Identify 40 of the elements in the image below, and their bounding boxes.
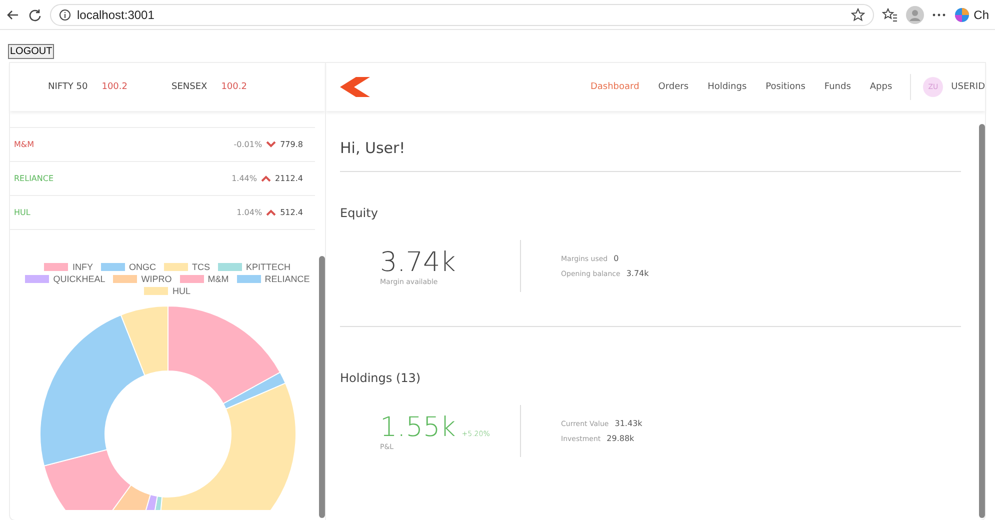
legend-label[interactable]: M&M <box>208 274 229 284</box>
legend-label[interactable]: INFY <box>72 262 93 272</box>
nav-link[interactable]: Positions <box>766 82 806 92</box>
nav-link[interactable]: Holdings <box>708 82 747 92</box>
index-value: 100.2 <box>221 82 247 92</box>
legend-label[interactable]: KPITTECH <box>246 262 291 272</box>
logout-button[interactable]: LOGOUT <box>8 44 54 59</box>
nav-link[interactable]: Funds <box>824 82 851 92</box>
address-bar[interactable]: localhost:3001 <box>50 4 874 26</box>
index-value: 100.2 <box>102 82 128 92</box>
stat-value: 31.43k <box>614 419 642 428</box>
legend-label[interactable]: QUICKHEAL <box>53 274 106 284</box>
assistant-label[interactable]: Ch <box>974 8 989 22</box>
nav-link[interactable]: Apps <box>870 82 892 92</box>
stock-change: -0.01% <box>234 140 262 149</box>
margin-value: 3.74k <box>380 246 457 278</box>
stock-price: 2112.4 <box>275 174 303 183</box>
stock-price: 512.4 <box>280 208 303 217</box>
legend-label[interactable]: HUL <box>172 286 190 296</box>
user-id[interactable]: USERID <box>951 82 985 92</box>
legend-label[interactable]: RELIANCE <box>264 274 310 284</box>
nav-link[interactable]: Orders <box>658 82 689 92</box>
section-title: Holdings (13) <box>340 371 422 385</box>
stock-change: 1.44% <box>232 174 257 183</box>
index-name: NIFTY 50 <box>48 82 88 92</box>
stat-value: 0 <box>614 254 619 263</box>
pnl-value: 1.55k <box>380 412 456 442</box>
legend-label[interactable]: WIPRO <box>141 274 172 284</box>
stat-value: 29.88k <box>606 434 634 443</box>
stock-change: 1.04% <box>236 208 262 217</box>
address-text: localhost:3001 <box>77 8 154 22</box>
index-name: SENSEX <box>171 82 208 92</box>
legend-label[interactable]: TCS <box>192 262 210 272</box>
legend-label[interactable]: ONGC <box>129 262 156 272</box>
stat-value: 3.74k <box>626 269 649 278</box>
greeting: Hi, User! <box>340 139 961 172</box>
section-title: Equity <box>340 206 379 220</box>
nav-link[interactable]: Dashboard <box>590 82 640 92</box>
stock-price: 779.8 <box>280 140 303 149</box>
stock-name[interactable]: M&M <box>14 140 34 149</box>
